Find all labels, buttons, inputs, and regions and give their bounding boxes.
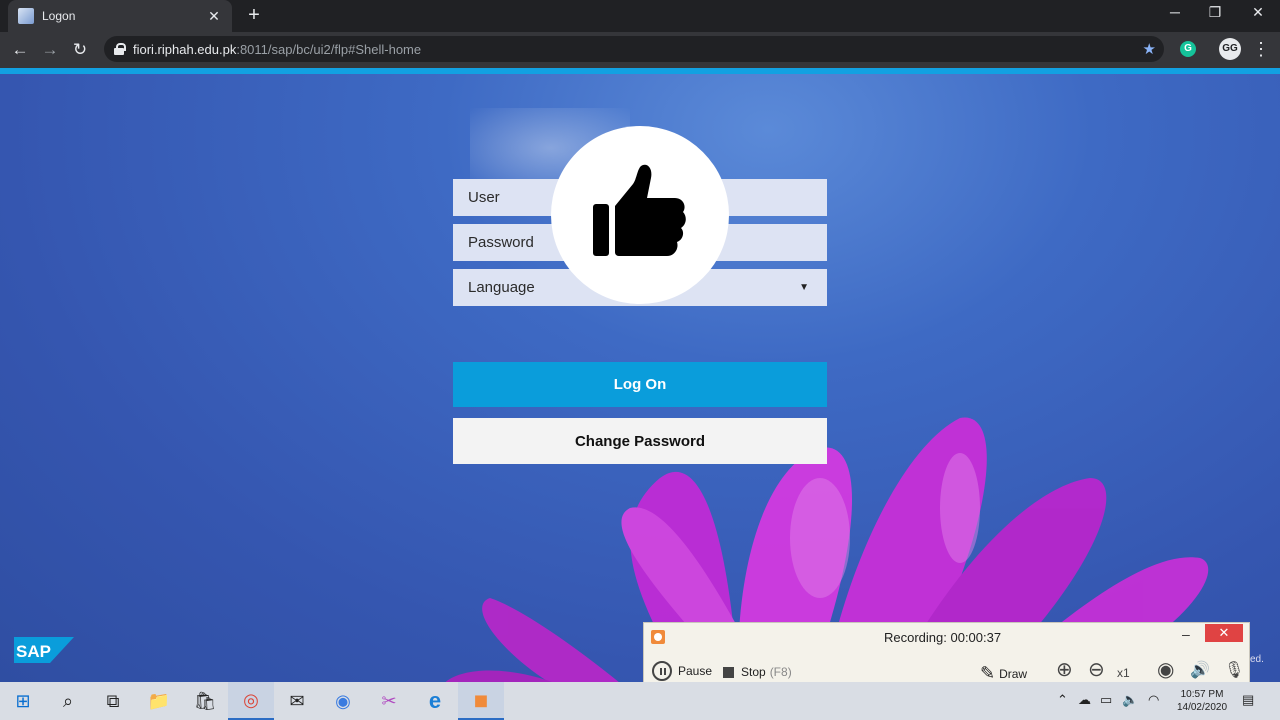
onedrive-icon[interactable]: ☁ (1078, 692, 1091, 708)
tray-overflow-icon[interactable]: ⌃ (1057, 692, 1068, 708)
taskbar-clock[interactable]: 10:57 PM 14/02/2020 (1172, 688, 1232, 714)
recording-timer: Recording: 00:00:37 (884, 630, 1002, 645)
recorder-minimize-button[interactable]: – (1182, 626, 1190, 642)
reload-button[interactable]: ↻ (68, 38, 92, 62)
sap-logo-text: SAP (16, 642, 51, 661)
user-placeholder: User (468, 189, 500, 206)
pause-icon (652, 661, 672, 681)
start-icon[interactable]: ⊞ (0, 682, 46, 720)
change-password-button[interactable]: Change Password (453, 418, 827, 464)
window-minimize-button[interactable]: ─ (1160, 4, 1190, 20)
battery-icon[interactable]: ▭ (1100, 692, 1112, 708)
back-button[interactable]: ← (8, 38, 32, 62)
lock-icon[interactable] (114, 43, 126, 55)
address-bar[interactable]: fiori.riphah.edu.pk:8011/sap/bc/ui2/flp#… (104, 36, 1164, 62)
thumbs-up-overlay (551, 126, 729, 304)
stop-icon (723, 666, 734, 678)
browser-tabbar: Logon ✕ + ─ ❐ ✕ (0, 0, 1280, 32)
microphone-icon[interactable]: 🎙 (1224, 660, 1244, 680)
thumbs-up-icon (593, 164, 686, 256)
mail-icon[interactable]: ✉ (274, 682, 320, 720)
clock-date: 14/02/2020 (1176, 702, 1228, 713)
window-close-button[interactable]: ✕ (1243, 4, 1273, 21)
log-on-button[interactable]: Log On (453, 362, 827, 407)
search-icon[interactable]: ⌕ (45, 682, 91, 720)
chromium-icon[interactable]: ◉ (320, 682, 366, 720)
clock-time: 10:57 PM (1180, 689, 1224, 700)
tab-favicon-icon (18, 8, 34, 24)
windows-taskbar: ⊞ ⌕ ⧉ 📁 🛍 ◎ ✉ ◉ ✂ e ◼ ⌃ ☁ ▭ 🔈 ◠ ▤ (0, 682, 1280, 720)
recorder-close-button[interactable]: ✕ (1205, 624, 1243, 642)
draw-label: Draw (999, 666, 1028, 681)
recorder-app-icon (651, 630, 665, 644)
window-restore-button[interactable]: ❐ (1200, 4, 1230, 21)
profile-avatar[interactable]: GG (1219, 38, 1241, 60)
wifi-icon[interactable]: ◠ (1148, 692, 1159, 708)
speaker-icon[interactable]: 🔊 (1190, 660, 1210, 680)
browser-menu-icon[interactable]: ⋮ (1252, 38, 1270, 60)
bookmark-star-icon[interactable]: ★ (1143, 40, 1156, 58)
zoom-out-icon[interactable]: ⊖ (1088, 657, 1105, 682)
url-path: :8011/sap/bc/ui2/flp#Shell-home (236, 41, 422, 57)
url-host: fiori.riphah.edu.pk (133, 41, 237, 57)
tab-title: Logon (42, 9, 76, 23)
password-placeholder: Password (468, 234, 534, 251)
snipping-tool-icon[interactable]: ✂ (366, 682, 412, 720)
zoom-in-icon[interactable]: ⊕ (1056, 657, 1073, 682)
draw-button[interactable]: ✎ Draw (980, 663, 1027, 684)
volume-icon[interactable]: 🔈 (1122, 692, 1138, 708)
pencil-icon: ✎ (980, 663, 996, 683)
grammarly-extension-icon[interactable]: G (1180, 41, 1196, 57)
chrome-icon[interactable]: ◎ (228, 682, 274, 720)
edge-icon[interactable]: e (412, 682, 458, 720)
chevron-down-icon[interactable]: ▼ (799, 282, 809, 293)
notifications-icon[interactable]: ▤ (1242, 692, 1254, 708)
pause-button[interactable]: Pause (652, 661, 712, 681)
sap-logo: SAP (14, 637, 74, 663)
task-view-icon[interactable]: ⧉ (90, 682, 136, 720)
language-placeholder: Language (468, 279, 535, 296)
tab-close-icon[interactable]: ✕ (206, 8, 222, 25)
store-icon[interactable]: 🛍 (182, 682, 228, 720)
pause-label: Pause (678, 664, 713, 678)
webcam-icon[interactable]: ◉ (1157, 657, 1174, 682)
stop-shortcut-hint: (F8) (769, 665, 792, 679)
stop-label: Stop (741, 665, 766, 679)
recorder-taskbar-icon[interactable]: ◼ (458, 682, 504, 720)
screen-recorder-panel: Recording: 00:00:37 – ✕ Pause Stop (F8) … (643, 622, 1250, 690)
page-top-accent-bar (0, 68, 1280, 74)
truncated-text-fragment: ed. (1250, 654, 1264, 665)
zoom-level: x1 (1117, 666, 1130, 680)
logon-page: User Password Language ▼ Log On Change P… (0, 68, 1280, 682)
forward-button[interactable]: → (38, 38, 62, 62)
stop-button[interactable]: Stop (F8) (723, 665, 792, 679)
browser-tab-logon[interactable]: Logon ✕ (8, 0, 232, 32)
file-explorer-icon[interactable]: 📁 (136, 682, 182, 720)
new-tab-button[interactable]: + (244, 4, 264, 27)
